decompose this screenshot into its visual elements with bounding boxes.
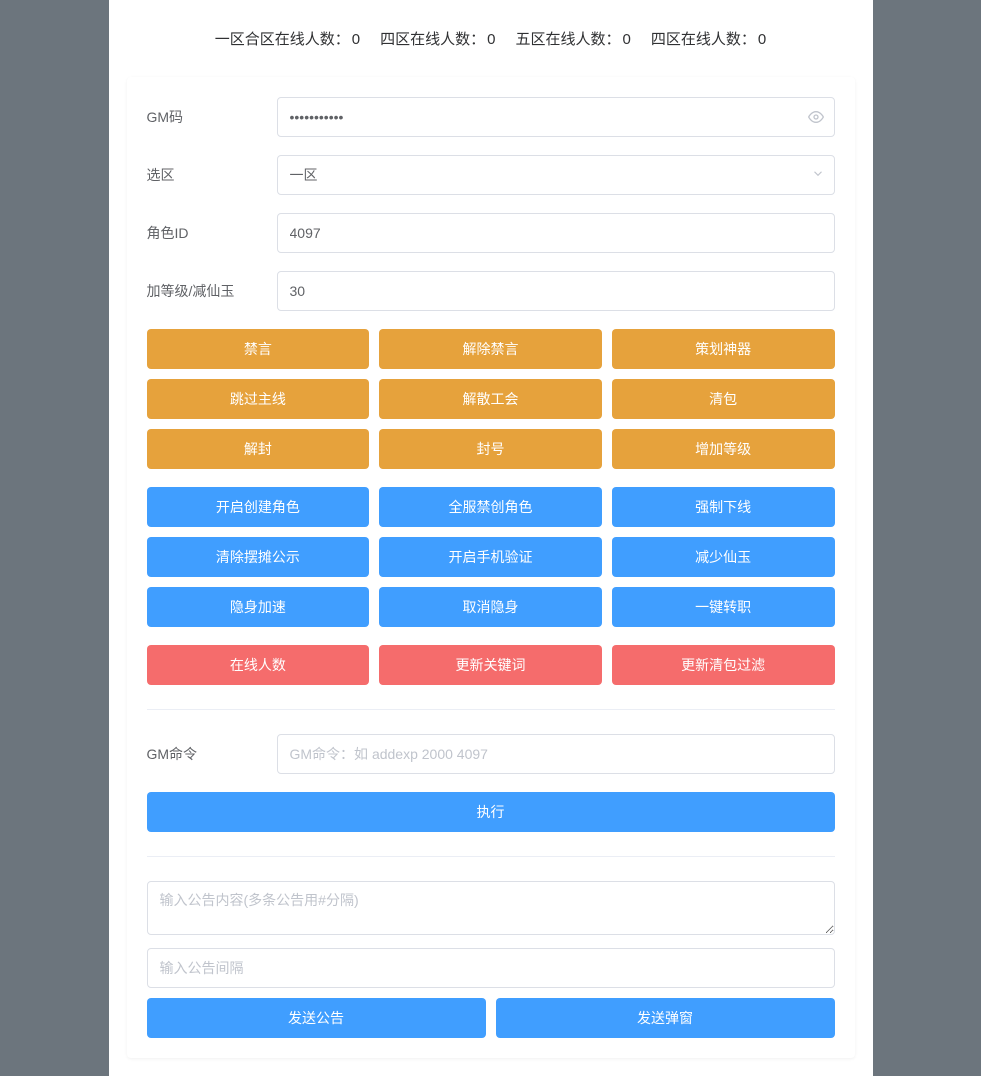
stat-label: 一区合区在线人数： xyxy=(215,28,350,49)
enable-phone-verify-button[interactable]: 开启手机验证 xyxy=(379,537,602,577)
unban-button[interactable]: 解封 xyxy=(147,429,370,469)
stat-value: 0 xyxy=(352,31,360,48)
add-level-button[interactable]: 增加等级 xyxy=(612,429,835,469)
gmcmd-label: GM命令 xyxy=(147,744,277,764)
zone-selected-value: 一区 xyxy=(290,165,318,185)
announce-button-row: 发送公告 发送弹窗 xyxy=(147,998,835,1038)
row-level: 加等级/减仙玉 xyxy=(147,271,835,311)
zone-select[interactable]: 一区 xyxy=(277,155,835,195)
disable-create-role-button[interactable]: 全服禁创角色 xyxy=(379,487,602,527)
level-label: 加等级/减仙玉 xyxy=(147,281,277,301)
row-gmcode: GM码 xyxy=(147,97,835,137)
stat-zone-5: 五区在线人数： 0 xyxy=(516,28,631,49)
zone-label: 选区 xyxy=(147,165,277,185)
update-clearbag-filter-button[interactable]: 更新清包过滤 xyxy=(612,645,835,685)
stealth-speed-button[interactable]: 隐身加速 xyxy=(147,587,370,627)
update-keyword-button[interactable]: 更新关键词 xyxy=(379,645,602,685)
stat-zone-4b: 四区在线人数： 0 xyxy=(651,28,766,49)
row-zone: 选区 一区 xyxy=(147,155,835,195)
stat-value: 0 xyxy=(758,31,766,48)
stat-zone-1: 一区合区在线人数： 0 xyxy=(215,28,360,49)
gmcode-label: GM码 xyxy=(147,107,277,127)
main-panel: GM码 选区 一区 角色ID xyxy=(127,77,855,1058)
force-offline-button[interactable]: 强制下线 xyxy=(612,487,835,527)
divider-2 xyxy=(147,856,835,857)
primary-button-grid: 开启创建角色 全服禁创角色 强制下线 清除摆摊公示 开启手机验证 减少仙玉 隐身… xyxy=(147,487,835,627)
gmcode-input[interactable] xyxy=(277,97,835,137)
send-announce-button[interactable]: 发送公告 xyxy=(147,998,486,1038)
gmcmd-input[interactable] xyxy=(277,734,835,774)
send-popup-button[interactable]: 发送弹窗 xyxy=(496,998,835,1038)
danger-button-grid: 在线人数 更新关键词 更新清包过滤 xyxy=(147,645,835,685)
stat-value: 0 xyxy=(487,31,495,48)
divider xyxy=(147,709,835,710)
online-stats-bar: 一区合区在线人数： 0 四区在线人数： 0 五区在线人数： 0 四区在线人数： … xyxy=(109,0,873,77)
row-roleid: 角色ID xyxy=(147,213,835,253)
roleid-label: 角色ID xyxy=(147,223,277,243)
roleid-input[interactable] xyxy=(277,213,835,253)
enable-create-role-button[interactable]: 开启创建角色 xyxy=(147,487,370,527)
class-change-button[interactable]: 一键转职 xyxy=(612,587,835,627)
clear-stall-button[interactable]: 清除摆摊公示 xyxy=(147,537,370,577)
disband-guild-button[interactable]: 解散工会 xyxy=(379,379,602,419)
stat-zone-4a: 四区在线人数： 0 xyxy=(380,28,495,49)
skip-mainline-button[interactable]: 跳过主线 xyxy=(147,379,370,419)
level-input[interactable] xyxy=(277,271,835,311)
planner-artifact-button[interactable]: 策划神器 xyxy=(612,329,835,369)
clear-bag-button[interactable]: 清包 xyxy=(612,379,835,419)
online-count-button[interactable]: 在线人数 xyxy=(147,645,370,685)
reduce-xianyu-button[interactable]: 减少仙玉 xyxy=(612,537,835,577)
execute-button[interactable]: 执行 xyxy=(147,792,835,832)
stat-value: 0 xyxy=(623,31,631,48)
page-container: 一区合区在线人数： 0 四区在线人数： 0 五区在线人数： 0 四区在线人数： … xyxy=(109,0,873,1076)
unmute-button[interactable]: 解除禁言 xyxy=(379,329,602,369)
stat-label: 五区在线人数： xyxy=(516,28,621,49)
announce-content-textarea[interactable] xyxy=(147,881,835,935)
stat-label: 四区在线人数： xyxy=(380,28,485,49)
eye-icon[interactable] xyxy=(807,108,825,126)
mute-button[interactable]: 禁言 xyxy=(147,329,370,369)
stat-label: 四区在线人数： xyxy=(651,28,756,49)
ban-button[interactable]: 封号 xyxy=(379,429,602,469)
cancel-stealth-button[interactable]: 取消隐身 xyxy=(379,587,602,627)
row-gmcmd: GM命令 xyxy=(147,734,835,774)
warning-button-grid: 禁言 解除禁言 策划神器 跳过主线 解散工会 清包 解封 封号 增加等级 xyxy=(147,329,835,469)
announce-interval-input[interactable] xyxy=(147,948,835,988)
